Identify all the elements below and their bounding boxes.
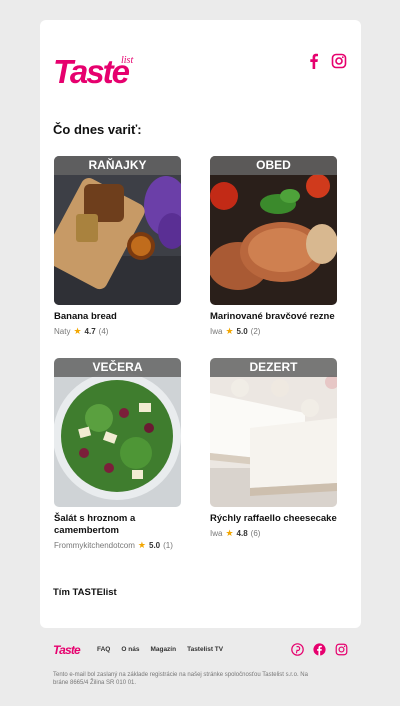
footer-link-about[interactable]: O nás [121,646,139,653]
star-icon: ★ [225,326,234,336]
recipe-author[interactable]: Iwa [210,529,222,538]
category-label: VEČERA [54,358,181,377]
recipe-image[interactable]: VEČERA [54,358,181,507]
footer-link-tv[interactable]: Tastelist TV [187,646,223,653]
star-icon: ★ [137,540,146,550]
category-label: RAŇAJKY [54,156,181,175]
star-icon: ★ [225,528,234,538]
recipe-review-count: (1) [163,541,173,550]
recipe-rating: 4.7 [84,327,96,336]
instagram-icon[interactable] [335,643,348,656]
facebook-icon[interactable] [306,53,322,69]
recipe-rating: 5.0 [149,541,161,550]
recipe-image[interactable]: RAŇAJKY [54,156,181,305]
recipe-name[interactable]: Šalát s hroznom a camembertom [54,513,181,537]
footer-logo[interactable]: Taste [53,642,87,656]
raffaello-cheesecake-photo [210,358,337,507]
pinterest-icon[interactable] [291,642,304,656]
recipe-name[interactable]: Marinované bravčové rezne [210,311,337,323]
email-card: Taste list Čo dnes variť: RAŇAJKY Banana… [40,20,361,628]
footer: Taste FAQ O nás Magazín Tastelist TV Ten… [53,640,348,687]
recipe-rating: 5.0 [236,327,248,336]
legal-notice: Tento e-mail bol zaslaný na základe regi… [53,672,308,686]
pork-cutlets-photo [210,156,337,305]
recipe-name[interactable]: Rýchly raffaello cheesecake [210,513,337,525]
recipe-meta: Iwa ★ 5.0 (2) [210,326,337,337]
recipe-image[interactable]: OBED [210,156,337,305]
svg-text:Taste: Taste [53,643,81,656]
recipe-meta: Frommykitchendotcom ★ 5.0 (1) [54,540,181,551]
banana-bread-photo [54,156,181,305]
facebook-icon[interactable] [313,642,326,656]
recipe-author[interactable]: Naty [54,327,70,336]
recipe-name[interactable]: Banana bread [54,311,181,323]
category-label: DEZERT [210,358,337,377]
svg-text:Taste: Taste [53,53,130,88]
tastelist-logo[interactable]: Taste list [53,50,148,88]
recipe-author[interactable]: Iwa [210,327,222,336]
recipe-meta: Iwa ★ 4.8 (6) [210,528,337,539]
category-label: OBED [210,156,337,175]
recipe-card-dessert[interactable]: DEZERT Rýchly raffaello cheesecake Iwa ★… [210,358,337,539]
footer-social [291,642,348,656]
recipe-card-breakfast[interactable]: RAŇAJKY Banana bread Naty ★ 4.7 (4) [54,156,181,337]
recipe-image[interactable]: DEZERT [210,358,337,507]
signoff: Tím TASTElist [53,587,117,598]
grape-salad-photo [54,358,181,507]
recipe-rating: 4.8 [236,529,248,538]
recipe-card-dinner[interactable]: VEČERA Šalát s hroznom a camembertom Fro… [54,358,181,551]
recipe-review-count: (2) [250,327,261,336]
instagram-icon[interactable] [331,53,347,69]
header-social [306,53,347,69]
star-icon: ★ [73,326,82,336]
recipe-review-count: (4) [98,327,109,336]
recipe-author[interactable]: Frommykitchendotcom [54,541,135,550]
footer-link-magazine[interactable]: Magazín [150,646,176,653]
footer-links: FAQ O nás Magazín Tastelist TV [97,646,223,653]
footer-link-faq[interactable]: FAQ [97,646,110,653]
svg-text:list: list [121,55,133,66]
section-heading: Čo dnes variť: [53,122,142,137]
recipe-meta: Naty ★ 4.7 (4) [54,326,181,337]
recipe-review-count: (6) [250,529,261,538]
recipe-card-lunch[interactable]: OBED Marinované bravčové rezne Iwa ★ 5.0… [210,156,337,337]
